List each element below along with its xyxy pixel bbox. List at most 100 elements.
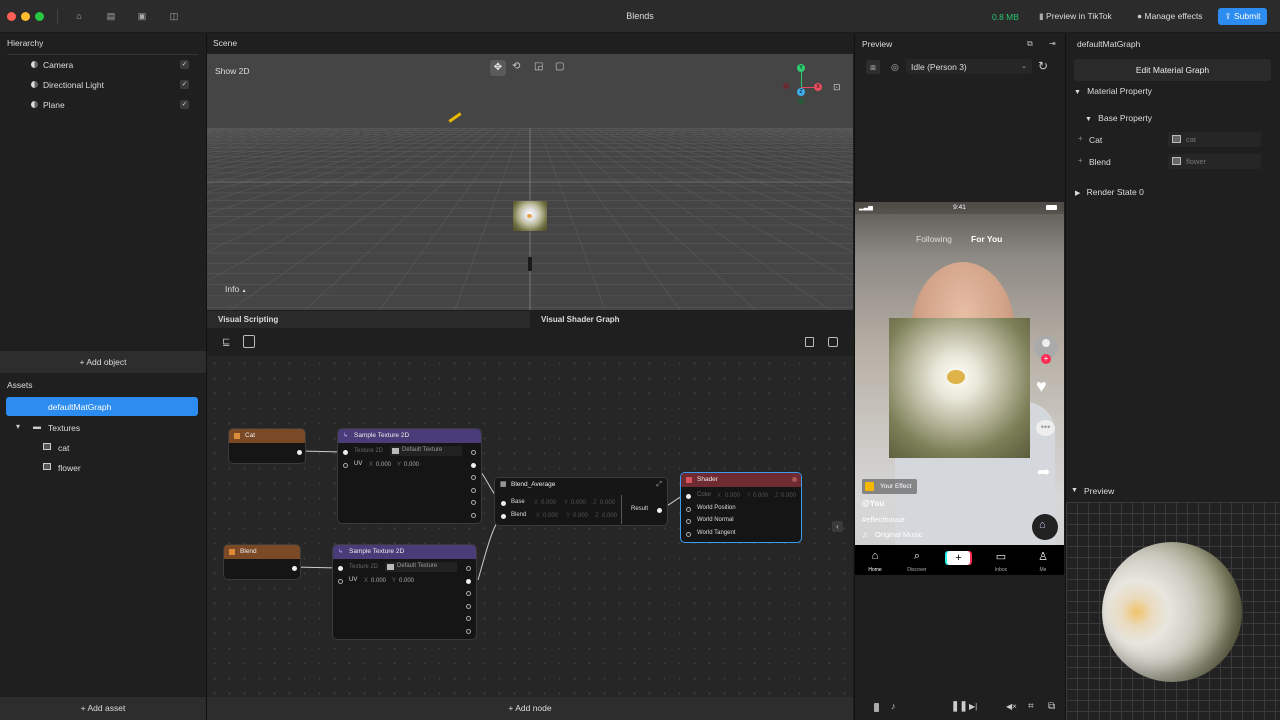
create-button[interactable]: + [947,551,970,565]
next-frame-icon[interactable]: ▶| [969,702,977,711]
visibility-checkbox[interactable]: ✓ [180,60,189,69]
output-port[interactable] [471,475,476,480]
node-cat[interactable]: Cat [228,428,306,464]
submit-button[interactable]: ⇪ Submit [1218,8,1267,25]
gizmo-z-axis[interactable]: Z [797,88,805,96]
output-port[interactable] [471,450,476,455]
tab-for-you[interactable]: For You [971,234,1002,244]
asset-item-cat[interactable]: cat [0,440,206,458]
tab-following[interactable]: Following [916,234,952,244]
texture-field[interactable]: Default Texture [390,446,462,456]
visibility-checkbox[interactable]: ✓ [180,100,189,109]
world-tangent-port[interactable] [686,532,691,537]
material-property-section[interactable]: ▼ Material Property [1074,86,1152,98]
plus-icon[interactable]: + [1078,134,1083,143]
color-input-port[interactable] [686,494,691,499]
webcam-icon[interactable]: ◎ [891,62,899,73]
texture-input-port[interactable] [338,566,343,571]
uv-input-port[interactable] [343,463,348,468]
add-object-button[interactable]: + Add object [0,351,206,373]
output-port[interactable] [466,616,471,621]
texture-input-port[interactable] [343,450,348,455]
node-blend-average[interactable]: ▦ Blend_Average ⤢ Base X 0.000 Y 0.000 Z 0… [494,477,668,526]
tiktok-icon[interactable]: ♪ [891,701,896,711]
visibility-checkbox[interactable]: ✓ [180,80,189,89]
plane-object[interactable] [513,201,547,231]
hierarchy-item-directional-light[interactable]: Directional Light ✓ [0,75,206,95]
node-list-icon[interactable] [243,335,255,348]
tab-visual-shader-graph[interactable]: Visual Shader Graph [530,311,853,328]
output-port[interactable] [297,450,302,455]
render-state-section[interactable]: ▶ Render State 0 [1075,187,1144,199]
asset-item-flower[interactable]: flower [0,460,206,478]
base-x-field[interactable]: 0.000 [541,500,556,506]
node-sample-texture-2d-1[interactable]: ↳ Sample Texture 2D Texture 2D Default Te… [337,428,482,524]
hierarchy-item-camera[interactable]: Camera ✓ [0,55,206,75]
texture-field[interactable]: Default Texture [385,562,457,572]
camera-object[interactable] [528,257,532,271]
texture-picker[interactable]: cat [1168,132,1261,147]
minimap-icon[interactable] [805,337,814,347]
preview-in-tiktok-button[interactable]: ▮ Preview in TikTok [1039,11,1112,22]
fullscreen-icon[interactable]: ⧉ [1048,701,1055,712]
rect-tool-icon[interactable]: ▢ [555,61,564,72]
follow-button[interactable]: + [1041,354,1051,364]
node-shader[interactable]: Shader Color X 0.000 Y 0.000 Z 0.000 Wor… [680,472,802,543]
uv-x-field[interactable]: 0.000 [376,462,391,468]
asset-folder-textures[interactable]: ▾ ▬ Textures [0,420,206,438]
output-port[interactable] [466,604,471,609]
camera-icon[interactable]: ⊡ [833,82,841,93]
add-node-button[interactable]: + Add node [207,697,853,720]
blend-z-field[interactable]: 0.000 [602,513,617,519]
blend-input-port[interactable] [501,514,506,519]
manage-effects-button[interactable]: ● Manage effects [1137,11,1202,21]
nav-home[interactable]: ⌂ Home [860,545,890,575]
heart-icon[interactable]: ♥ [1036,376,1047,397]
nav-inbox[interactable]: ▭ Inbox [986,545,1016,575]
music-disc[interactable]: ⌂ [1032,514,1058,540]
info-toggle[interactable]: Info ▲ [225,284,247,294]
blend-y-field[interactable]: 0.000 [573,513,588,519]
output-port[interactable] [292,566,297,571]
world-position-port[interactable] [686,507,691,512]
node-sample-texture-2d-2[interactable]: ↳ Sample Texture 2D Texture 2D Default Te… [332,544,477,640]
material-preview-header[interactable]: ▼ Preview [1066,481,1280,502]
base-input-port[interactable] [501,501,506,506]
nav-me[interactable]: ♙ Me [1028,545,1058,575]
output-port[interactable] [471,488,476,493]
node-blend[interactable]: Blend [223,544,301,580]
refresh-icon[interactable]: ↻ [1038,59,1048,73]
effect-badge[interactable]: Your Effect [862,479,918,494]
gizmo-y-axis[interactable]: Y [797,64,805,72]
asset-item-defaultmatgraph[interactable]: defaultMatGraph [6,397,198,416]
device-icon[interactable] [874,703,879,712]
result-output-port[interactable] [657,508,662,513]
output-port[interactable] [471,500,476,505]
scale-tool-icon[interactable]: ◲ [534,61,543,72]
blend-x-field[interactable]: 0.000 [543,513,558,519]
tab-visual-scripting[interactable]: Visual Scripting [207,311,530,328]
output-port[interactable] [466,591,471,596]
scene-viewport[interactable]: Show 2D ✥ ⟲ ◲ ▢ Y X Z ⊡ Info ▲ [207,54,853,310]
hashtag[interactable]: #effecthouse [862,515,905,524]
settings-icon[interactable] [792,477,797,482]
chevron-down-icon[interactable]: ▾ [16,422,20,431]
base-property-section[interactable]: ▼ Base Property [1085,113,1152,125]
shader-graph-canvas[interactable]: Cat Blend ↳ Sample Texture 2D Texture 2D … [207,356,853,697]
add-asset-button[interactable]: + Add asset [0,697,206,720]
username[interactable]: @You [862,499,884,508]
comment-icon[interactable]: ••• [1036,420,1055,436]
hierarchy-item-plane[interactable]: Plane ✓ [0,95,206,115]
uv-input-port[interactable] [338,579,343,584]
collapse-panel-button[interactable]: ‹ [832,521,843,532]
pause-icon[interactable]: ❚❚ [951,701,968,712]
share-icon[interactable]: ➦ [1037,462,1050,482]
world-normal-port[interactable] [686,519,691,524]
uv-y-field[interactable]: 0.000 [404,462,419,468]
color-z-field[interactable]: 0.000 [781,493,796,499]
output-port[interactable] [471,463,476,468]
rotate-tool-icon[interactable]: ⟲ [512,61,520,72]
person-select[interactable]: Idle (Person 3) ⌄ [906,59,1032,74]
gizmo-x-axis[interactable]: X [814,83,822,91]
plus-icon[interactable]: + [1078,156,1083,165]
